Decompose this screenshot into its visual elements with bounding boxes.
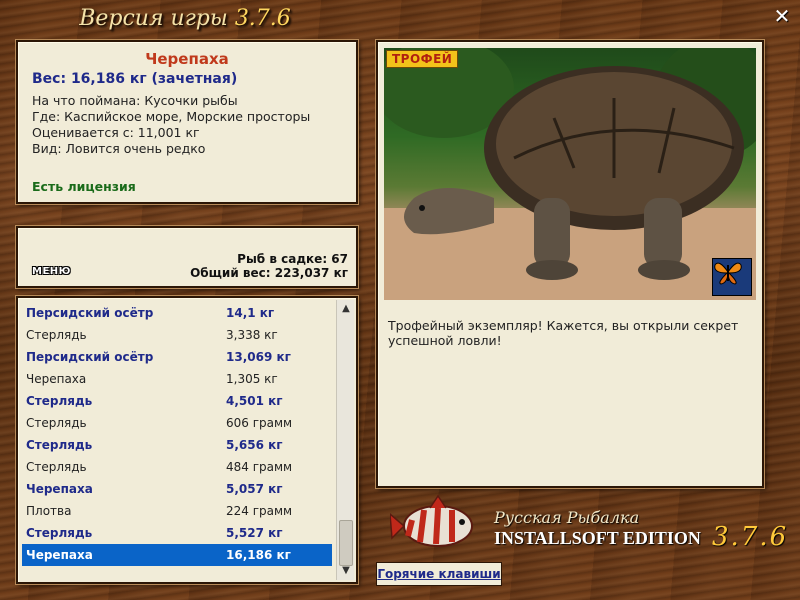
catch-row[interactable]: Черепаха 1,305 кг [22,368,332,390]
fish-logo-icon [390,494,473,547]
catch-fish-weight: 224 грамм [226,504,293,518]
turtle-illustration [384,48,756,300]
fish-name: Черепаха [145,50,229,68]
catch-row[interactable]: Стерлядь 5,656 кг [22,434,332,456]
catch-row[interactable]: Плотва 224 грамм [22,500,332,522]
window-title-prefix: Версия игры [79,6,228,31]
catch-fish-weight: 1,305 кг [226,372,278,386]
catch-fish-name: Стерлядь [26,416,87,430]
menu-button[interactable]: МЕНЮ [32,266,71,277]
turtle-photo: ТРОФЕЙ [384,48,756,300]
keepnet-stats: Рыб в садке: 67 Общий вес: 223,037 кг [190,252,348,280]
trophy-photo-panel: ТРОФЕЙ Трофейный экземпляр! Кажется, вы … [376,40,764,488]
catch-fish-name: Плотва [26,504,72,518]
game-logo: Русская Рыбалка INSTALLSOFT EDITION 3.7.… [390,492,790,558]
catch-fish-name: Черепаха [26,548,93,562]
license-status: Есть лицензия [32,179,136,194]
catch-fish-weight: 3,338 кг [226,328,278,342]
catch-fish-weight: 606 грамм [226,416,293,430]
catch-fish-name: Стерлядь [26,328,87,342]
scrollbar-thumb[interactable] [339,520,353,566]
logo-title: Русская Рыбалка [494,508,640,527]
fish-weight: Вес: 16,186 кг (зачетная) [32,71,238,87]
caught-on: На что поймана: Кусочки рыбы [32,93,238,108]
catch-row[interactable]: Стерлядь 3,338 кг [22,324,332,346]
catch-fish-name: Стерлядь [26,438,93,452]
catch-list: Персидский осётр 14,1 кг Стерлядь 3,338 кг П… [22,302,332,566]
catch-list-scrollbar[interactable]: ▲ ▼ [336,300,354,580]
catch-fish-weight: 5,057 кг [226,482,283,496]
hotkeys-button[interactable]: Горячие клавиши [376,562,502,586]
catch-row[interactable]: Черепаха 16,186 кг [22,544,332,566]
catch-list-panel: Персидский осётр 14,1 кг Стерлядь 3,338 кг П… [16,296,358,584]
fish-info-panel: Черепаха Вес: 16,186 кг (зачетная) На чт… [16,40,358,204]
total-weight: Общий вес: 223,037 кг [190,266,348,280]
fish-count: Рыб в садке: 67 [237,252,348,266]
window-title-version: 3.7.6 [234,6,291,31]
catch-row[interactable]: Черепаха 5,057 кг [22,478,332,500]
trophy-caption: Трофейный экземпляр! Кажется, вы открыли… [388,318,739,348]
valued-from: Оценивается с: 11,001 кг [32,125,200,140]
catch-fish-name: Стерлядь [26,460,87,474]
catch-row[interactable]: Стерлядь 4,501 кг [22,390,332,412]
catch-fish-weight: 4,501 кг [226,394,283,408]
catch-fish-weight: 14,1 кг [226,306,275,320]
catch-fish-weight: 5,656 кг [226,438,283,452]
window-title: Версия игры 3.7.6 [0,6,370,31]
catch-row[interactable]: Стерлядь 606 грамм [22,412,332,434]
catch-fish-name: Черепаха [26,482,93,496]
trophy-badge: ТРОФЕЙ [386,50,459,68]
catch-row[interactable]: Персидский осётр 13,069 кг [22,346,332,368]
catch-location: Где: Каспийское море, Морские просторы [32,109,311,124]
butterfly-icon [712,258,752,296]
catch-fish-weight: 13,069 кг [226,350,291,364]
catch-fish-weight: 484 грамм [226,460,293,474]
close-icon[interactable]: ✕ [772,6,792,26]
scroll-down-icon[interactable]: ▼ [337,562,355,580]
catch-fish-name: Черепаха [26,372,87,386]
catch-row[interactable]: Стерлядь 484 грамм [22,456,332,478]
fish-rarity: Вид: Ловится очень редко [32,141,206,156]
catch-fish-name: Стерлядь [26,394,93,408]
catch-fish-name: Стерлядь [26,526,93,540]
catch-row[interactable]: Персидский осётр 14,1 кг [22,302,332,324]
scroll-up-icon[interactable]: ▲ [337,300,355,318]
catch-fish-name: Персидский осётр [26,306,154,320]
keepnet-stats-panel: МЕНЮ Рыб в садке: 67 Общий вес: 223,037 … [16,226,358,288]
logo-version: 3.7.6 [712,522,789,552]
catch-fish-weight: 16,186 кг [226,548,291,562]
catch-fish-weight: 5,527 кг [226,526,283,540]
logo-edition: INSTALLSOFT EDITION [494,528,701,548]
catch-fish-name: Персидский осётр [26,350,154,364]
catch-row[interactable]: Стерлядь 5,527 кг [22,522,332,544]
